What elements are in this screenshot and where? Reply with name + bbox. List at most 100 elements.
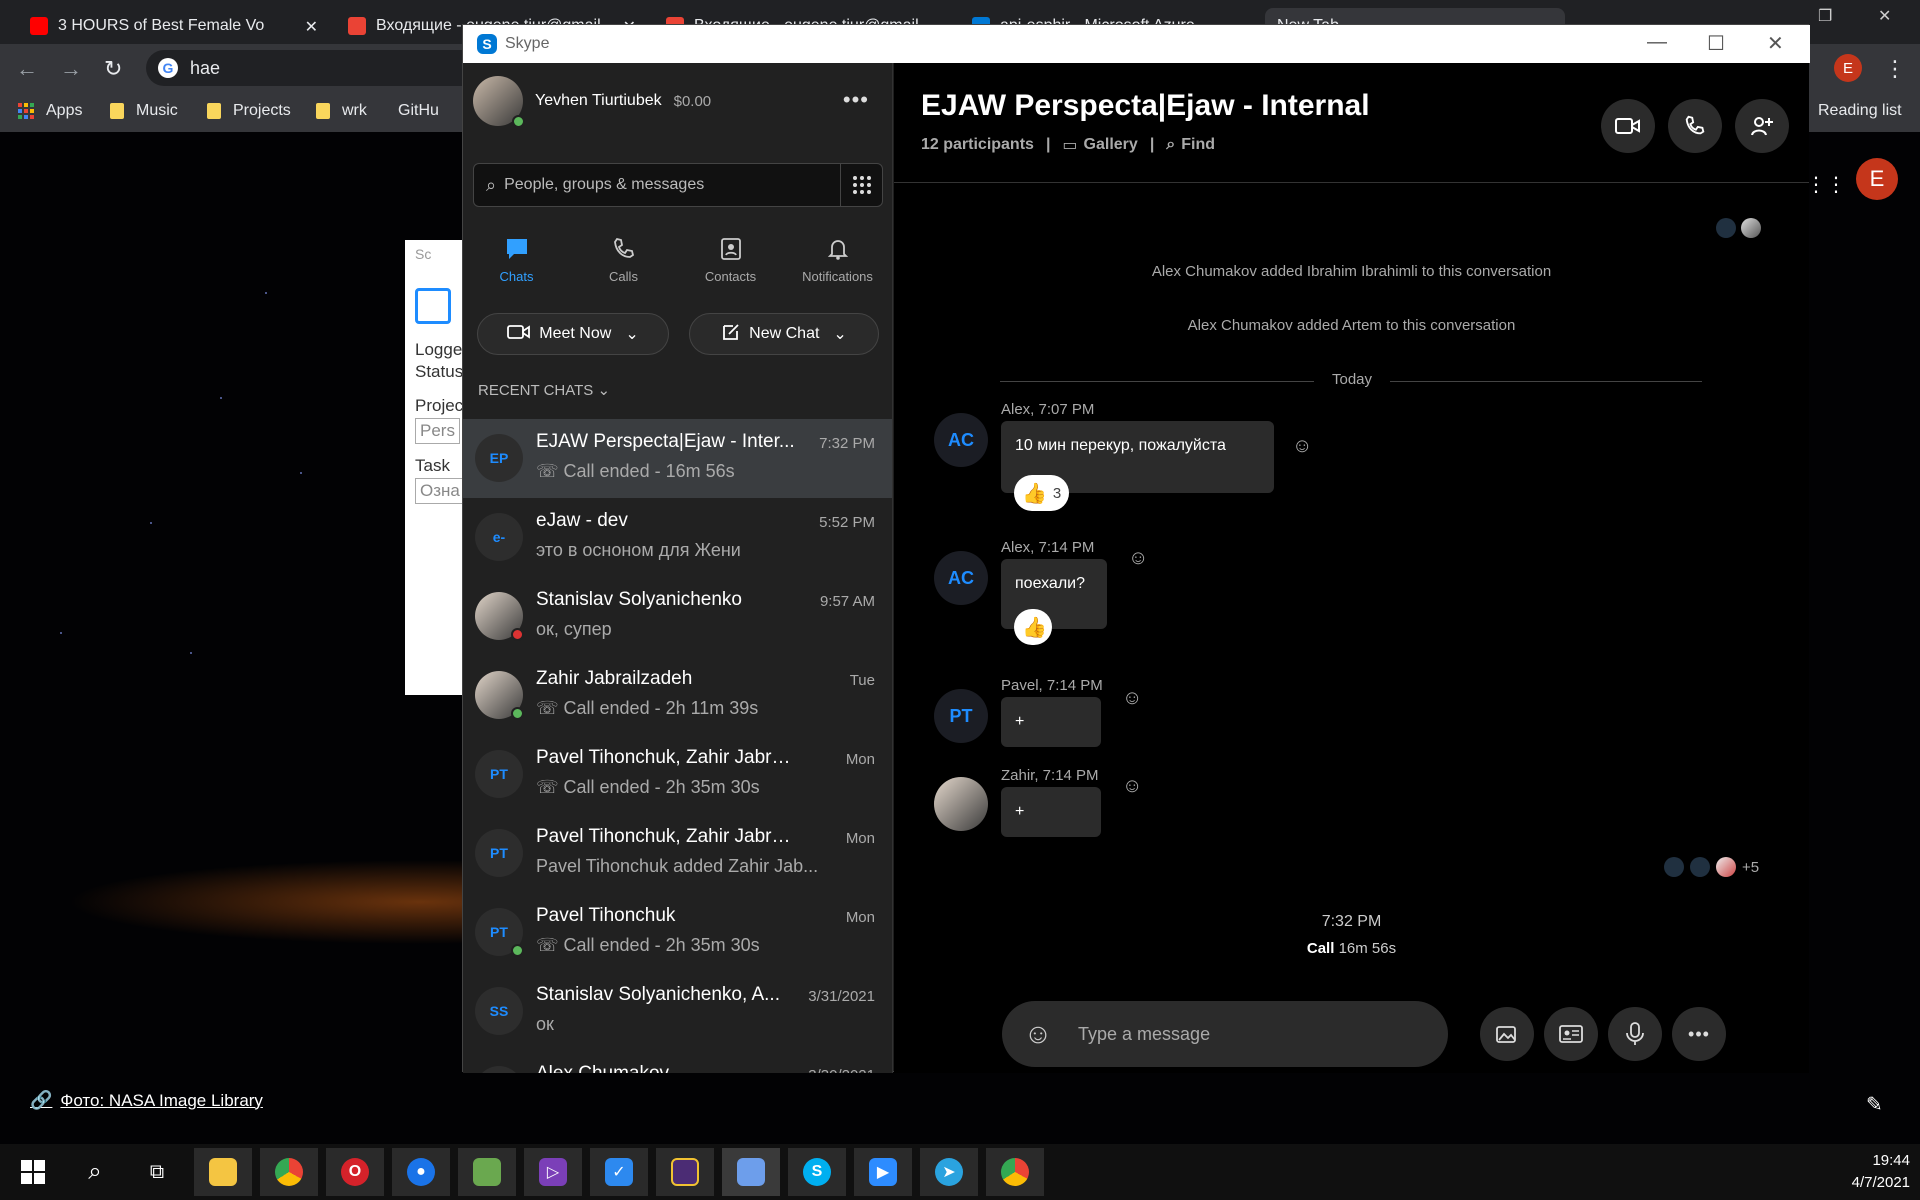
add-reaction-icon[interactable]: ☺	[1122, 687, 1142, 710]
add-reaction-icon[interactable]: ☺	[1292, 435, 1312, 458]
close-icon[interactable]: ✕	[1767, 31, 1784, 56]
avatar[interactable]: AC	[934, 413, 988, 467]
taskbar-screenshot-tool[interactable]: ✓	[590, 1148, 648, 1196]
task-view-button[interactable]: ⧉	[128, 1148, 186, 1196]
read-receipt-more[interactable]: +5	[1742, 859, 1759, 876]
reaction-badge[interactable]: 👍 3	[1014, 475, 1070, 511]
back-icon[interactable]: ←	[16, 56, 38, 82]
start-button[interactable]	[4, 1148, 62, 1196]
chat-name: eJaw - dev	[536, 510, 628, 531]
reload-icon[interactable]: ↻	[104, 56, 122, 82]
avatar: PT	[475, 750, 523, 798]
minimize-icon[interactable]: —	[1647, 31, 1667, 54]
taskbar-visual-studio[interactable]: ▷	[524, 1148, 582, 1196]
more-options-button[interactable]: •••	[1672, 1007, 1726, 1061]
search-input[interactable]: ⌕ People, groups & messages	[473, 163, 883, 207]
apps-grid-icon[interactable]: ⋮⋮	[1806, 172, 1846, 197]
emoji-icon[interactable]: ☺	[1018, 1014, 1058, 1054]
bg-app-field[interactable]: Озна	[415, 478, 465, 504]
reaction-badge[interactable]: 👍	[1014, 609, 1052, 645]
more-options-icon[interactable]: •••	[843, 87, 869, 113]
chat-name: Stanislav Solyanichenko, A...	[536, 984, 780, 1005]
microphone-icon	[1626, 1022, 1644, 1045]
add-reaction-icon[interactable]: ☺	[1128, 547, 1148, 570]
customize-pencil-icon[interactable]: ✎	[1866, 1092, 1883, 1117]
taskbar-chrome[interactable]	[260, 1148, 318, 1196]
taskbar-terminal[interactable]	[656, 1148, 714, 1196]
add-reaction-icon[interactable]: ☺	[1122, 775, 1142, 798]
recent-chats-header[interactable]: RECENT CHATS ⌄	[478, 381, 610, 399]
skype-icon: S	[803, 1158, 831, 1186]
message-bubble[interactable]: +	[1001, 787, 1101, 837]
send-media-button[interactable]	[1480, 1007, 1534, 1061]
taskbar-file-explorer[interactable]	[194, 1148, 252, 1196]
profile-avatar[interactable]: E	[1834, 54, 1862, 82]
bookmark-github[interactable]: GitHu	[398, 102, 439, 120]
profile-avatar[interactable]	[473, 76, 525, 128]
chat-list-item[interactable]: PT Pavel Tihonchuk, Zahir Jabrailz... Mon P…	[463, 814, 892, 893]
bookmark-wrk[interactable]: wrk	[316, 102, 367, 120]
tab-notifications[interactable]: Notifications	[784, 233, 891, 284]
taskbar-opera[interactable]: O	[326, 1148, 384, 1196]
message-bubble[interactable]: +	[1001, 697, 1101, 747]
restore-icon[interactable]: ❐	[1818, 6, 1832, 26]
taskbar-telegram[interactable]: ➤	[920, 1148, 978, 1196]
profile-avatar[interactable]: E	[1856, 158, 1898, 200]
participants-link[interactable]: 12 participants	[921, 136, 1034, 154]
dialpad-button[interactable]	[840, 164, 882, 206]
chat-list-item[interactable]: Zahir Jabrailzadeh Tue ☏ Call ended - 2h 1…	[463, 656, 892, 735]
browser-tab[interactable]: 3 HOURS of Best Female Vo ✕	[18, 8, 328, 44]
gmail-icon	[348, 17, 366, 35]
reading-list[interactable]: Reading list	[1818, 102, 1902, 120]
system-message: Alex Chumakov added Artem to this conver…	[1187, 317, 1516, 334]
taskbar-chrome[interactable]	[986, 1148, 1044, 1196]
message-input[interactable]: ☺ Type a message	[1002, 1001, 1448, 1067]
tab-chats[interactable]: Chats	[463, 233, 570, 284]
chat-list-item[interactable]: EP EJAW Perspecta|Ejaw - Inter... 7:32 PM ☏…	[463, 419, 892, 498]
maximize-icon[interactable]: ☐	[1707, 31, 1725, 56]
windows-start-icon	[21, 1160, 45, 1184]
add-people-button[interactable]	[1735, 99, 1789, 153]
chat-list-item[interactable]: e-eJaw - dev 5:52 PM это в оснoном для Жен…	[463, 498, 892, 577]
chat-list-item[interactable]: PT Pavel Tihonchuk Mon ☏ Call ended - 2h 35…	[463, 893, 892, 972]
chat-preview-text: Call ended - 2h 11m 39s	[563, 698, 759, 718]
menu-icon[interactable]: ⋮	[1884, 56, 1906, 82]
forward-icon[interactable]: →	[60, 56, 82, 82]
chat-time: Mon	[845, 751, 875, 768]
gallery-link[interactable]: Gallery	[1084, 136, 1138, 154]
new-chat-button[interactable]: New Chat ⌄	[689, 313, 879, 355]
send-contact-button[interactable]	[1544, 1007, 1598, 1061]
profile-row[interactable]: Yevhen Tiurtiubek $0.00 •••	[473, 73, 883, 129]
tab-calls[interactable]: Calls	[570, 233, 677, 284]
dialpad-icon	[852, 176, 871, 194]
audio-call-button[interactable]	[1668, 99, 1722, 153]
video-call-button[interactable]	[1601, 99, 1655, 153]
chat-list-item[interactable]: AC Alex Chumakov 3/30/2021	[463, 1051, 892, 1073]
taskbar-skype[interactable]: S	[788, 1148, 846, 1196]
taskbar-remote-app[interactable]	[722, 1148, 780, 1196]
close-icon[interactable]: ✕	[1878, 6, 1891, 26]
chat-list-item[interactable]: Stanislav Solyanichenko 9:57 AM ок, супер	[463, 577, 892, 656]
taskbar-zoom[interactable]: ▶	[854, 1148, 912, 1196]
bookmark-projects[interactable]: Projects	[207, 102, 291, 120]
avatar[interactable]	[934, 777, 988, 831]
folder-icon	[110, 103, 124, 119]
bg-app-field[interactable]: Pers	[415, 418, 460, 444]
find-link[interactable]: Find	[1181, 136, 1215, 154]
photo-credit-link[interactable]: 🔗 Фото: NASA Image Library	[30, 1090, 263, 1111]
chat-list-item[interactable]: PT Pavel Tihonchuk, Zahir Jabrailz... Mon ☏…	[463, 735, 892, 814]
avatar[interactable]: AC	[934, 551, 988, 605]
conversation-title[interactable]: EJAW Perspecta|Ejaw - Internal	[921, 89, 1370, 123]
chat-list-item[interactable]: SS Stanislav Solyanichenko, A... 3/31/2021…	[463, 972, 892, 1051]
tab-contacts[interactable]: Contacts	[677, 233, 784, 284]
close-icon[interactable]: ✕	[305, 17, 318, 37]
taskbar-search-button[interactable]: ⌕	[66, 1148, 124, 1196]
system-clock[interactable]: 19:44 4/7/2021	[1852, 1150, 1910, 1194]
meet-now-button[interactable]: Meet Now ⌄	[477, 313, 669, 355]
taskbar-maps[interactable]: ●	[392, 1148, 450, 1196]
voice-message-button[interactable]	[1608, 1007, 1662, 1061]
avatar[interactable]: PT	[934, 689, 988, 743]
bookmark-music[interactable]: Music	[110, 102, 178, 120]
bookmark-apps[interactable]: Apps	[18, 102, 82, 120]
taskbar-paint[interactable]	[458, 1148, 516, 1196]
